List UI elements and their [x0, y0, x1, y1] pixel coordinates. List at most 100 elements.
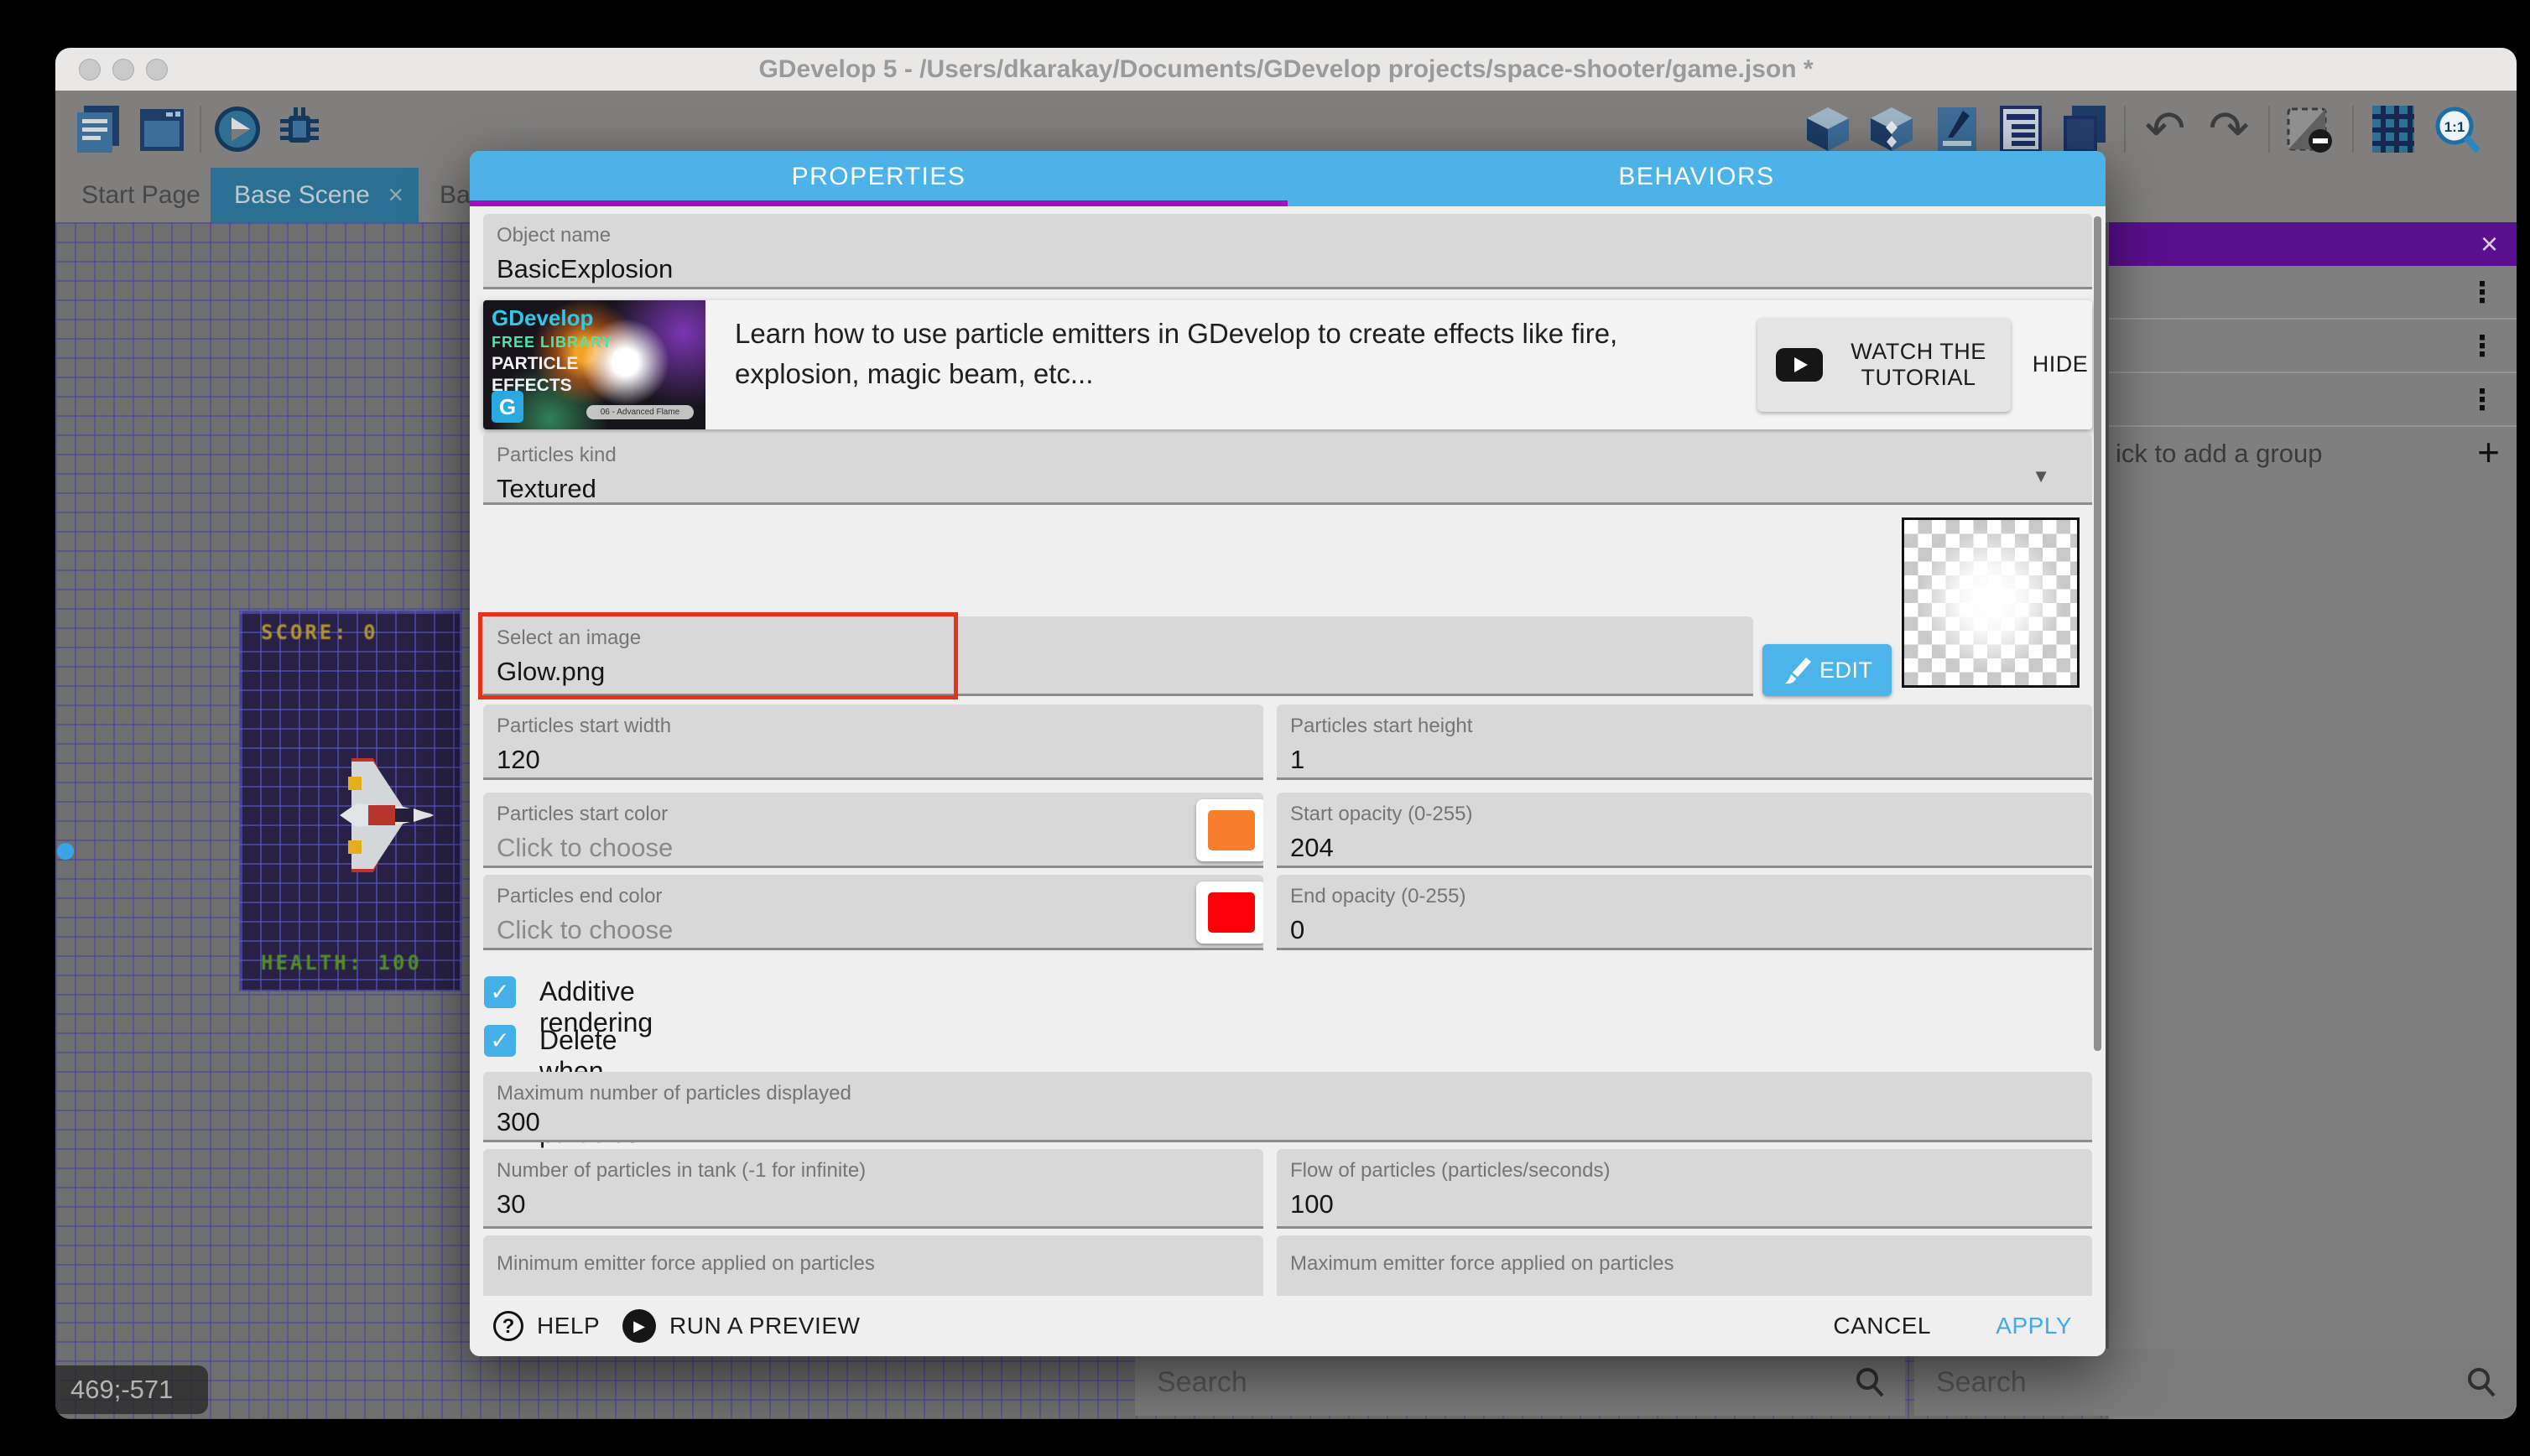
- start-width-field[interactable]: Particles start width 120: [483, 705, 1263, 780]
- toolbar-separator: [2124, 106, 2126, 153]
- objects-search-input[interactable]: [1135, 1349, 1905, 1416]
- thumb-subtitle: FREE LIBRARY: [492, 334, 612, 351]
- objects-panel-selected-header[interactable]: ×: [2109, 222, 2517, 266]
- groups-search-input[interactable]: [1914, 1349, 2517, 1416]
- end-color-field[interactable]: Particles end color Click to choose: [483, 875, 1263, 950]
- game-viewport[interactable]: SCORE: 0 HEALTH: 100: [239, 611, 461, 991]
- start-width-value: 120: [497, 745, 540, 775]
- instances-icon[interactable]: [1867, 104, 1916, 154]
- add-object-icon[interactable]: [1804, 104, 1852, 154]
- object-properties-dialog: PROPERTIES BEHAVIORS Object name BasicEx…: [470, 151, 2106, 1356]
- dialog-scrollbar[interactable]: [2094, 216, 2101, 1051]
- max-particles-field[interactable]: Maximum number of particles displayed 30…: [483, 1072, 2092, 1142]
- start-color-label: Particles start color: [497, 803, 668, 826]
- cursor-coordinates-badge: 469;-571: [55, 1365, 208, 1414]
- title-bar: GDevelop 5 - /Users/dkarakay/Documents/G…: [55, 48, 2517, 91]
- min-force-field[interactable]: Minimum emitter force applied on particl…: [483, 1235, 1263, 1296]
- delete-when-out-checkbox[interactable]: ✓: [484, 1025, 516, 1057]
- kebab-menu-icon[interactable]: ⋮: [2468, 373, 2496, 427]
- tab-base-scene[interactable]: Base Scene ×: [211, 168, 419, 222]
- redo-icon[interactable]: ↷: [2205, 104, 2253, 154]
- play-preview-icon[interactable]: [213, 104, 262, 154]
- resize-handle-dot[interactable]: [57, 843, 74, 860]
- play-icon[interactable]: ▶: [622, 1309, 656, 1343]
- toolbar-separator: [2352, 106, 2354, 153]
- mask-icon[interactable]: [2285, 104, 2334, 154]
- window-title: GDevelop 5 - /Users/dkarakay/Documents/G…: [55, 48, 2517, 91]
- kebab-menu-icon[interactable]: ⋮: [2468, 266, 2496, 320]
- layers-icon[interactable]: [2060, 104, 2109, 154]
- undo-icon[interactable]: ↶: [2141, 104, 2189, 154]
- max-force-field[interactable]: Maximum emitter force applied on particl…: [1277, 1235, 2092, 1296]
- start-height-value: 1: [1290, 745, 1304, 775]
- start-opacity-value: 204: [1290, 833, 1334, 863]
- end-color-label: Particles end color: [497, 885, 662, 908]
- flow-value: 100: [1290, 1189, 1334, 1219]
- start-height-label: Particles start height: [1290, 715, 1472, 738]
- search-icon: [1853, 1365, 1887, 1399]
- tutorial-banner: GDevelop FREE LIBRARY PARTICLE EFFECTS G…: [483, 300, 2092, 429]
- tutorial-thumbnail[interactable]: GDevelop FREE LIBRARY PARTICLE EFFECTS G…: [483, 300, 705, 429]
- max-force-label: Maximum emitter force applied on particl…: [1290, 1252, 1674, 1276]
- dialog-footer: ? HELP ▶ RUN A PREVIEW CANCEL APPLY: [470, 1296, 2106, 1356]
- flow-field[interactable]: Flow of particles (particles/seconds) 10…: [1277, 1149, 2092, 1229]
- score-label: SCORE: 0: [261, 621, 378, 644]
- tank-field[interactable]: Number of particles in tank (-1 for infi…: [483, 1149, 1263, 1229]
- tank-label: Number of particles in tank (-1 for infi…: [497, 1159, 866, 1183]
- objects-panel: × ⋮ ⋮ ⋮ ick to add a group +: [2106, 222, 2517, 1419]
- kebab-menu-icon[interactable]: ⋮: [2468, 320, 2496, 373]
- particles-kind-select[interactable]: Particles kind Textured ▼: [483, 434, 2092, 505]
- dialog-tab-header: PROPERTIES BEHAVIORS: [470, 151, 2106, 206]
- add-group-label: ick to add a group: [2116, 427, 2322, 481]
- tab-start-page[interactable]: Start Page: [71, 168, 211, 222]
- max-particles-value: 300: [497, 1107, 540, 1137]
- start-color-placeholder: Click to choose: [497, 833, 673, 863]
- object-name-value: BasicExplosion: [497, 254, 673, 284]
- end-opacity-value: 0: [1290, 915, 1304, 945]
- close-panel-icon[interactable]: ×: [2481, 222, 2498, 266]
- end-opacity-field[interactable]: End opacity (0-255) 0: [1277, 875, 2092, 950]
- apply-button[interactable]: APPLY: [1996, 1296, 2072, 1356]
- start-opacity-field[interactable]: Start opacity (0-255) 204: [1277, 793, 2092, 868]
- cancel-button[interactable]: CANCEL: [1833, 1296, 1931, 1356]
- tab-partial[interactable]: Ba: [440, 168, 471, 222]
- events-list-icon[interactable]: [1996, 104, 2045, 154]
- object-list-item[interactable]: ⋮: [2109, 373, 2517, 427]
- zoom-1-1-icon[interactable]: 1:1: [2433, 104, 2481, 154]
- watch-tutorial-button[interactable]: WATCH THE TUTORIAL: [1757, 318, 2011, 412]
- tab-behaviors[interactable]: BEHAVIORS: [1288, 151, 2106, 206]
- edit-image-button[interactable]: EDIT: [1762, 644, 1892, 696]
- start-opacity-label: Start opacity (0-255): [1290, 803, 1472, 826]
- debug-icon[interactable]: [275, 104, 324, 154]
- tab-properties[interactable]: PROPERTIES: [470, 151, 1288, 206]
- tank-value: 30: [497, 1189, 525, 1219]
- grid-icon[interactable]: [2369, 104, 2418, 154]
- min-force-label: Minimum emitter force applied on particl…: [497, 1252, 875, 1276]
- help-icon[interactable]: ?: [493, 1311, 523, 1341]
- spaceship-sprite[interactable]: [321, 757, 439, 874]
- objects-search-bar: [1135, 1349, 1905, 1416]
- close-tab-icon[interactable]: ×: [388, 168, 403, 222]
- edit-button-label: EDIT: [1819, 644, 1873, 696]
- thumb-title: GDevelop: [492, 305, 593, 331]
- add-group-row[interactable]: ick to add a group +: [2109, 427, 2517, 481]
- object-list-item[interactable]: ⋮: [2109, 320, 2517, 373]
- end-color-swatch-button[interactable]: [1196, 881, 1263, 944]
- project-manager-icon[interactable]: [74, 104, 122, 154]
- start-color-field[interactable]: Particles start color Click to choose: [483, 793, 1263, 868]
- start-height-field[interactable]: Particles start height 1: [1277, 705, 2092, 780]
- additive-rendering-checkbox[interactable]: ✓: [484, 976, 516, 1008]
- object-list-item[interactable]: ⋮: [2109, 266, 2517, 320]
- health-label: HEALTH: 100: [261, 951, 422, 975]
- object-name-field[interactable]: Object name BasicExplosion: [483, 214, 2092, 289]
- start-color-swatch-button[interactable]: [1196, 799, 1263, 861]
- toolbar-separator: [2268, 106, 2270, 153]
- help-button[interactable]: HELP: [537, 1296, 600, 1356]
- start-page-window-icon[interactable]: [138, 104, 186, 154]
- annotation-highlight-box: [478, 612, 958, 699]
- plus-icon[interactable]: +: [2477, 427, 2500, 477]
- hide-banner-button[interactable]: HIDE: [2028, 332, 2092, 396]
- edit-scene-icon[interactable]: [1933, 104, 1981, 154]
- run-preview-button[interactable]: RUN A PREVIEW: [669, 1296, 860, 1356]
- texture-preview: [1902, 517, 2080, 688]
